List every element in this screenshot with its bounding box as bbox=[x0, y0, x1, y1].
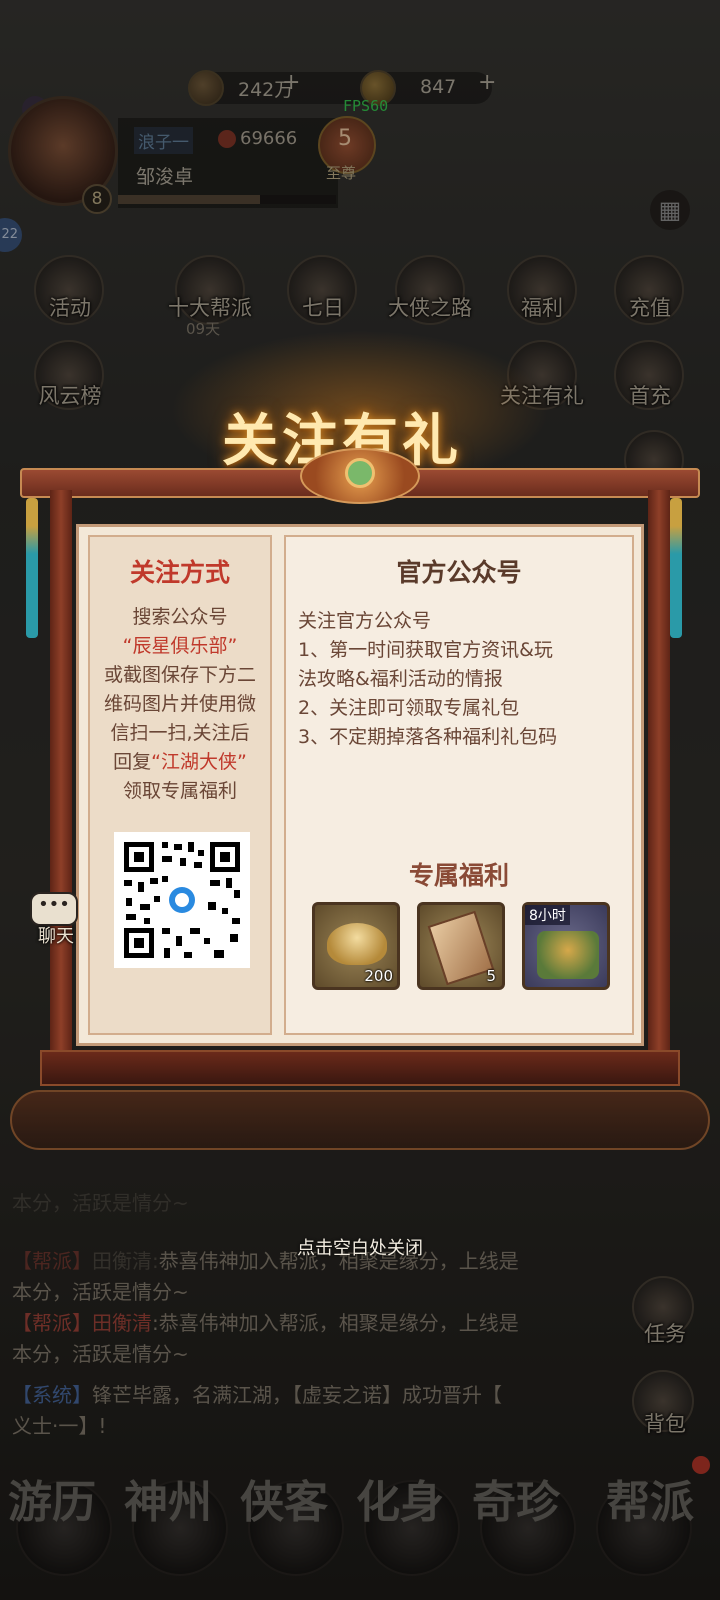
official-account-text: 关注官方公众号 1、第一时间获取官方资讯&玩 法攻略&福利活动的情报 2、关注即… bbox=[298, 610, 558, 748]
reward-gold-ingot-qty: 200 bbox=[364, 967, 393, 985]
reward-xia-token[interactable]: 5 bbox=[417, 902, 505, 990]
frame-right-tassel bbox=[670, 498, 682, 638]
close-hint[interactable]: 点击空白处关闭 bbox=[0, 1234, 720, 1260]
treasure-chest-icon bbox=[537, 931, 599, 979]
chat-bubble-icon[interactable]: ••• bbox=[30, 892, 78, 926]
frame-left-pillar bbox=[50, 490, 72, 1070]
frame-base bbox=[10, 1090, 710, 1150]
gold-ingot-icon bbox=[327, 923, 387, 965]
xia-token-icon bbox=[427, 910, 495, 986]
follow-method-heading: 关注方式 bbox=[129, 558, 230, 587]
qr-code bbox=[114, 832, 250, 968]
reward-gold-ingot[interactable]: 200 bbox=[312, 902, 400, 990]
frame-bottom-beam bbox=[40, 1050, 680, 1086]
reward-xia-token-qty: 5 bbox=[486, 967, 496, 985]
reward-treasure-chest-badge: 8小时 bbox=[525, 905, 570, 925]
exclusive-rewards-heading: 专属福利 bbox=[408, 861, 509, 890]
follow-method-text: 搜索公众号 “辰星俱乐部” 或截图保存下方二 维码图片并使用微 信扫一扫,关注后… bbox=[103, 606, 256, 802]
chat-side-label: 聊天 bbox=[38, 926, 74, 947]
frame-ornament-gem bbox=[345, 458, 375, 488]
frame-left-tassel bbox=[26, 498, 38, 638]
frame-right-pillar bbox=[648, 490, 670, 1070]
official-account-heading: 官方公众号 bbox=[396, 558, 522, 587]
reward-treasure-chest[interactable]: 8小时 bbox=[522, 902, 610, 990]
